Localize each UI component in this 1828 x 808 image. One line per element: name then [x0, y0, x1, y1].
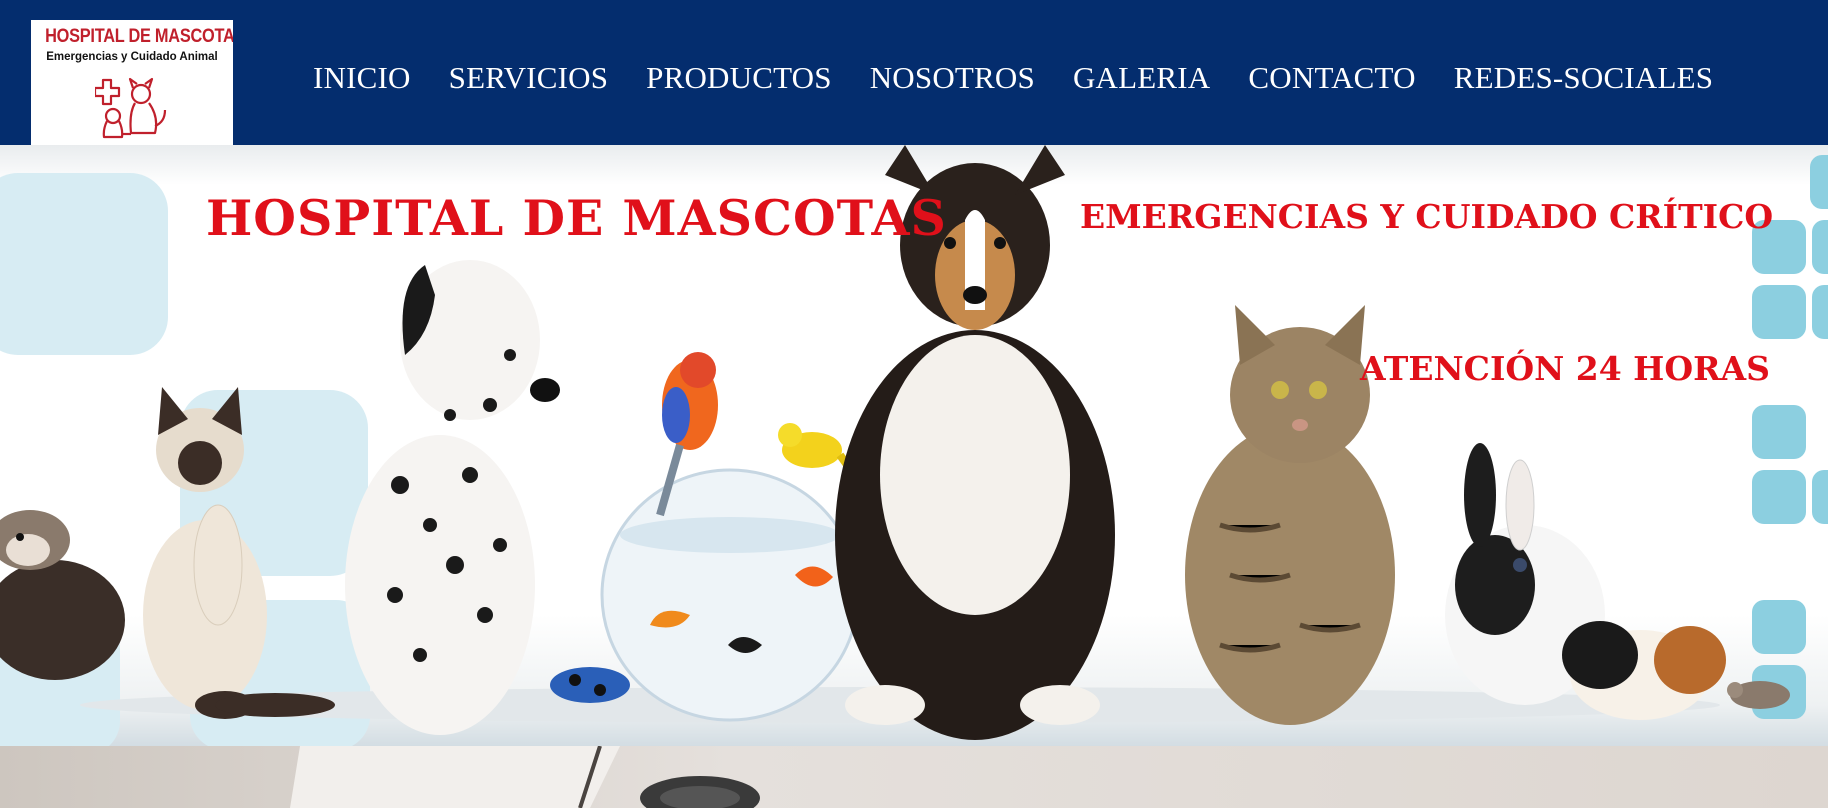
- ferret-illustration: [0, 510, 125, 680]
- next-section-image: [0, 746, 1828, 808]
- fishbowl-illustration: [600, 468, 860, 722]
- hero-subtitle-emergencias: EMERGENCIAS Y CUIDADO CRÍTICO: [1080, 197, 1774, 236]
- background-photo: [290, 746, 760, 808]
- hero-title: HOSPITAL DE MASCOTAS: [206, 189, 947, 247]
- nav-item-inicio[interactable]: INICIO: [313, 62, 411, 93]
- nav-item-redes-sociales[interactable]: REDES-SOCIALES: [1454, 62, 1713, 93]
- logo-title: HOSPITAL DE MASCOTAS: [45, 26, 233, 47]
- decor-squares-right: [1752, 155, 1828, 719]
- hero-banner: HOSPITAL DE MASCOTAS EMERGENCIAS Y CUIDA…: [0, 145, 1828, 746]
- site-logo[interactable]: HOSPITAL DE MASCOTAS Emergencias y Cuida…: [31, 20, 233, 145]
- nav-item-contacto[interactable]: CONTACTO: [1248, 62, 1415, 93]
- hero-subtitle-atencion: ATENCIÓN 24 HORAS: [1360, 349, 1770, 388]
- nav-item-galeria[interactable]: GALERIA: [1073, 62, 1210, 93]
- logo-subtitle: Emergencias y Cuidado Animal: [46, 51, 218, 63]
- pet-medical-icon: [95, 77, 167, 139]
- nav-item-servicios[interactable]: SERVICIOS: [449, 62, 609, 93]
- nav-item-productos[interactable]: PRODUCTOS: [646, 62, 832, 93]
- site-header: HOSPITAL DE MASCOTAS Emergencias y Cuida…: [0, 0, 1828, 145]
- main-nav: INICIO SERVICIOS PRODUCTOS NOSOTROS GALE…: [313, 62, 1713, 93]
- frog-illustration: [550, 667, 630, 703]
- nav-item-nosotros[interactable]: NOSOTROS: [870, 62, 1035, 93]
- dalmatian-illustration: [345, 260, 560, 735]
- mouse-illustration: [1727, 681, 1790, 709]
